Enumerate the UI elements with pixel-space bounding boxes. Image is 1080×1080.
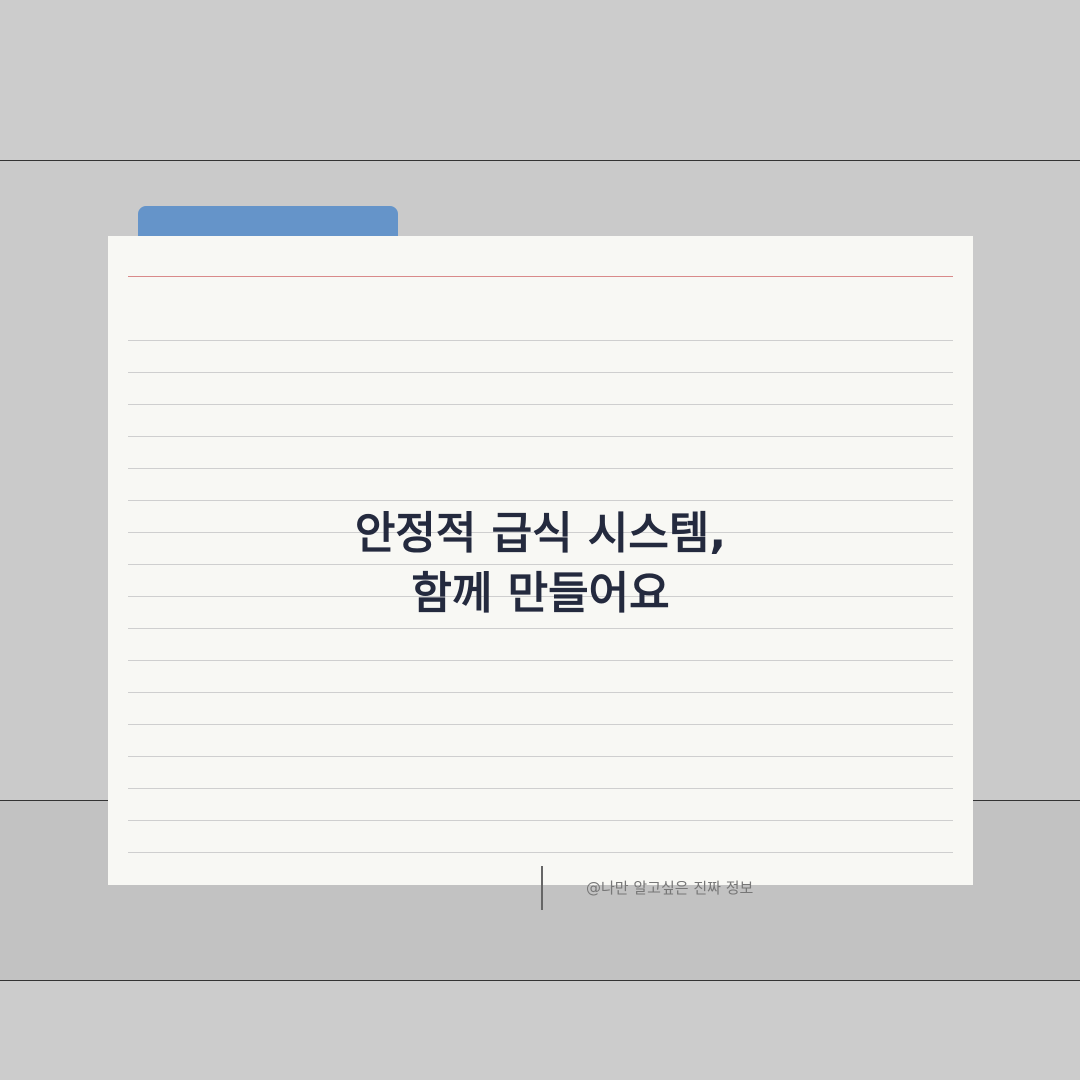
ruled-line <box>128 468 953 469</box>
card-headline: 안정적 급식 시스템, 함께 만들어요 <box>108 504 973 624</box>
ruled-line <box>128 340 953 341</box>
footer-divider <box>541 866 543 910</box>
background-bottom <box>0 980 1080 1080</box>
ruled-line <box>128 788 953 789</box>
ruled-line <box>128 852 953 853</box>
credit-watermark: @나만 알고싶은 진짜 정보 <box>586 879 754 897</box>
divider-line-bottom <box>0 980 1080 981</box>
margin-rule <box>128 276 953 277</box>
divider-line-top <box>0 160 1080 161</box>
headline-line-2: 함께 만들어요 <box>411 568 670 619</box>
note-card: 안정적 급식 시스템, 함께 만들어요 <box>108 236 973 885</box>
ruled-line <box>128 692 953 693</box>
background-top <box>0 0 1080 160</box>
ruled-line <box>128 436 953 437</box>
ruled-line <box>128 372 953 373</box>
headline-line-1: 안정적 급식 시스템, <box>354 508 727 559</box>
ruled-line <box>128 404 953 405</box>
ruled-line <box>128 628 953 629</box>
ruled-line <box>128 660 953 661</box>
ruled-line <box>128 724 953 725</box>
ruled-line <box>128 820 953 821</box>
ruled-line <box>128 756 953 757</box>
ruled-line <box>128 500 953 501</box>
